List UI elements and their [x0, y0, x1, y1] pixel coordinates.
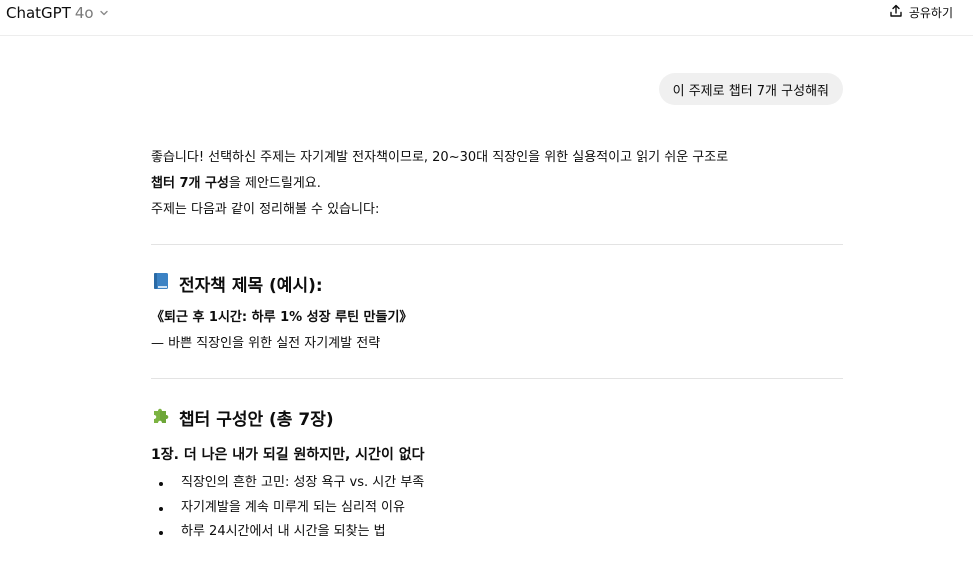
- share-icon: [889, 4, 903, 21]
- user-message-text: 이 주제로 챕터 7개 구성해줘: [672, 83, 829, 99]
- intro-line-2: 챕터 7개 구성을 제안드릴게요.: [151, 171, 843, 197]
- list-item: 자기계발을 계속 미루게 되는 심리적 이유: [151, 496, 843, 521]
- share-button[interactable]: 공유하기: [889, 2, 953, 22]
- intro-line-2-rest: 을 제안드릴게요.: [228, 176, 321, 191]
- intro-line-1: 좋습니다! 선택하신 주제는 자기계발 전자책이므로, 20~30대 직장인을 …: [151, 150, 729, 165]
- list-item: 하루 24시간에서 내 시간을 되찾는 법: [151, 520, 843, 545]
- share-label: 공유하기: [908, 5, 953, 20]
- ebook-subtitle: — 바쁜 직장인을 위한 실전 자기계발 전략: [151, 336, 381, 351]
- section-heading-title: 전자책 제목 (예시):: [151, 270, 843, 296]
- puzzle-icon: [151, 405, 171, 430]
- divider: [151, 378, 843, 379]
- assistant-reply: 좋습니다! 선택하신 주제는 자기계발 전자책이므로, 20~30대 직장인을 …: [151, 145, 843, 545]
- ebook-title: 《퇴근 후 1시간: 하루 1% 성장 루틴 만들기》: [151, 310, 413, 325]
- book-icon: [151, 271, 171, 296]
- model-selector[interactable]: ChatGPT 4o: [6, 3, 109, 23]
- model-version: 4o: [74, 4, 94, 22]
- chapter-1-title: 1장. 더 나은 내가 되길 원하지만, 시간이 없다: [151, 447, 425, 463]
- list-item: 직장인의 흔한 고민: 성장 욕구 vs. 시간 부족: [151, 471, 843, 496]
- section-heading-chapters: 챕터 구성안 (총 7장): [151, 404, 843, 430]
- model-name: ChatGPT: [6, 4, 71, 22]
- section-2-heading: 챕터 구성안 (총 7장): [179, 409, 334, 430]
- chevron-down-icon: [98, 4, 109, 22]
- user-message-bubble: 이 주제로 챕터 7개 구성해줘: [658, 73, 843, 105]
- divider: [151, 244, 843, 245]
- section-1-heading: 전자책 제목 (예시):: [179, 275, 323, 296]
- chapter-1-list: 직장인의 흔한 고민: 성장 욕구 vs. 시간 부족 자기계발을 계속 미루게…: [151, 471, 843, 545]
- top-bar: ChatGPT 4o 공유하기: [0, 0, 973, 36]
- intro-line-3: 주제는 다음과 같이 정리해볼 수 있습니다:: [151, 202, 380, 217]
- intro-bold-text: 챕터 7개 구성: [151, 176, 229, 191]
